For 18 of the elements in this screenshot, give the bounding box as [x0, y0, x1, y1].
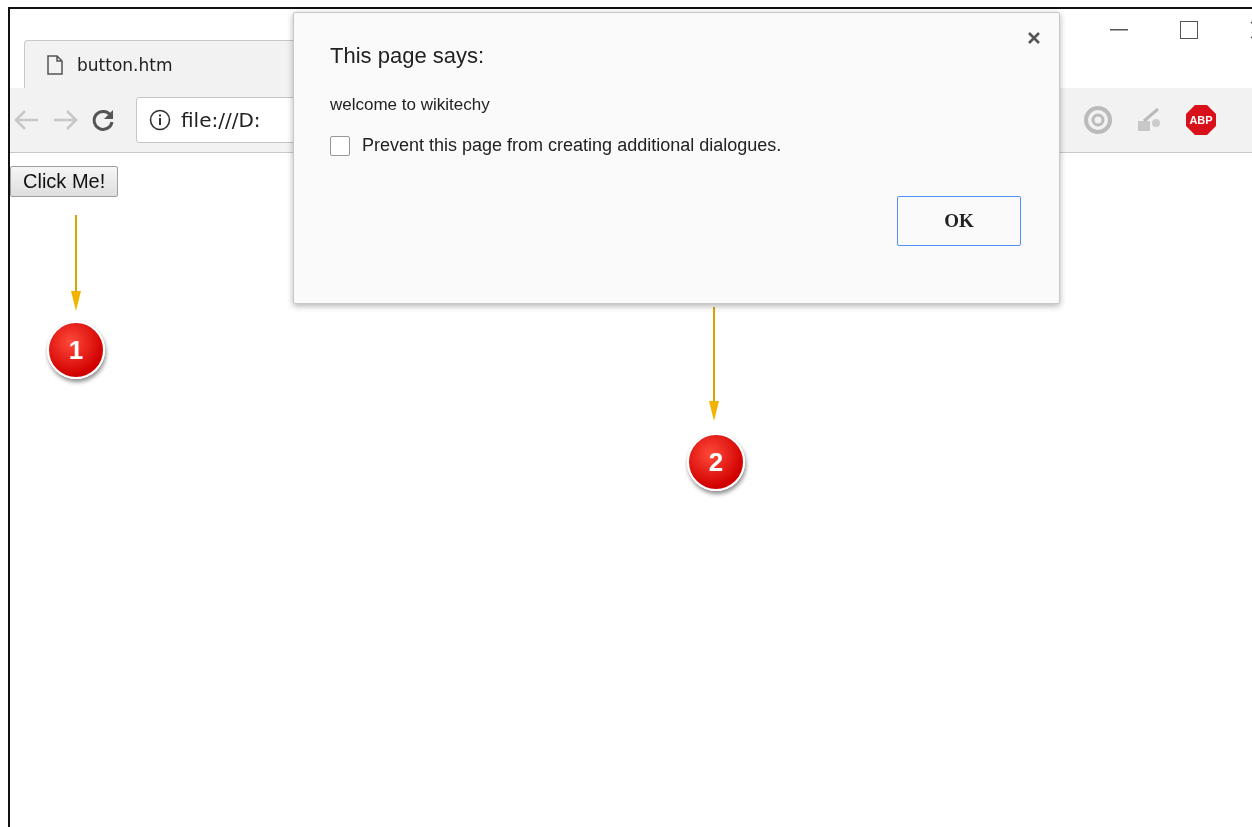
document-icon — [47, 54, 63, 75]
tab-title: button.htm — [77, 54, 173, 75]
checkbox-label: Prevent this page from creating additional dialogues. — [362, 135, 782, 156]
close-icon[interactable] — [1027, 31, 1041, 45]
maximize-icon[interactable] — [1180, 21, 1198, 39]
adblock-extension-icon[interactable]: ABP — [1186, 105, 1216, 135]
click-me-button[interactable]: Click Me! — [10, 166, 119, 197]
checkbox[interactable] — [330, 135, 350, 156]
back-icon[interactable] — [14, 109, 40, 131]
dialog-title: This page says: — [330, 43, 486, 69]
dialog-message: welcome to wikitechy — [330, 95, 491, 115]
forward-icon[interactable] — [52, 109, 78, 131]
url-text: file:///D: — [181, 108, 261, 132]
reload-icon[interactable] — [90, 107, 116, 133]
info-icon — [149, 109, 171, 131]
minimize-icon[interactable] — [1110, 29, 1128, 31]
circle-extension-icon[interactable] — [1084, 106, 1112, 134]
ok-button[interactable]: OK — [897, 196, 1021, 246]
